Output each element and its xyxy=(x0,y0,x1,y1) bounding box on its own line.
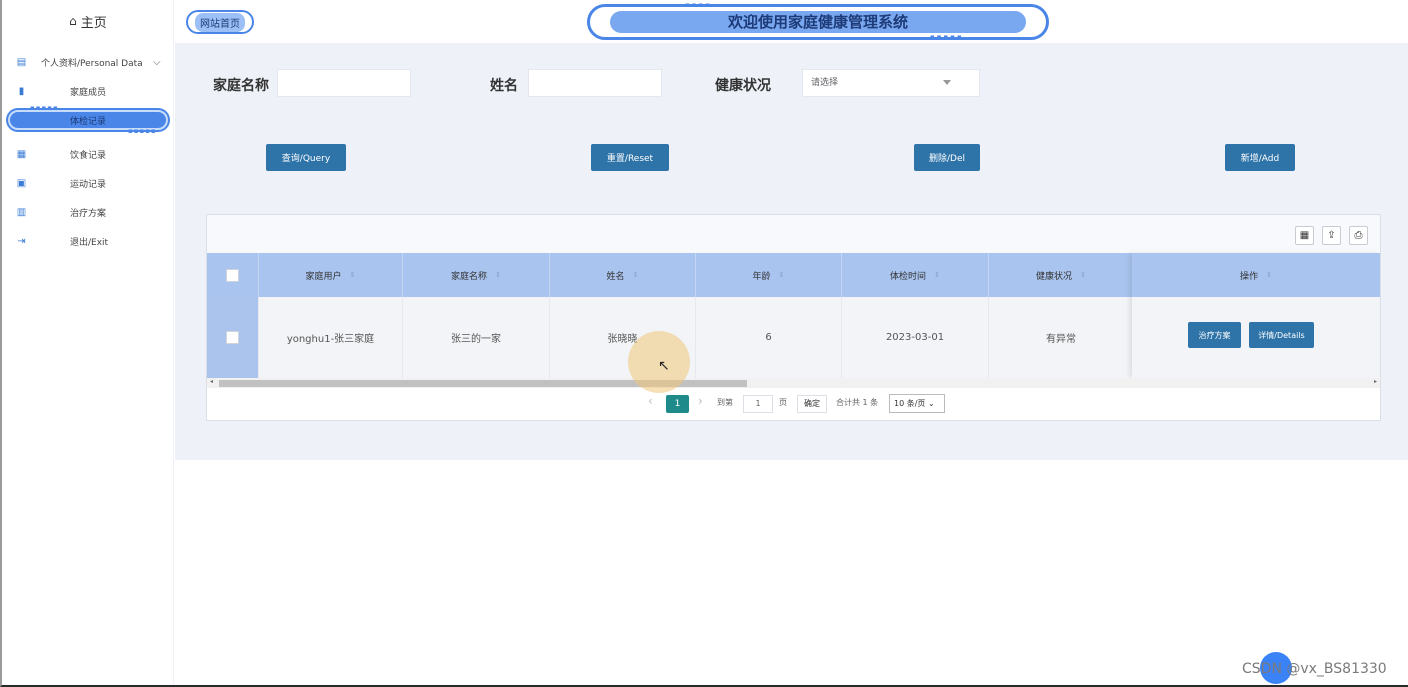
page-number-current[interactable]: 1 xyxy=(666,395,689,413)
page-size-select[interactable]: 10 条/页 ⌄ xyxy=(889,394,945,413)
operations-cell: 治疗方案 详情/Details xyxy=(1132,297,1380,378)
sort-icon: ⇕ xyxy=(1080,271,1086,279)
sidebar-group-label: 个人资料/Personal Data xyxy=(41,58,143,69)
sort-icon: ⇕ xyxy=(349,271,356,279)
sidebar-item-exercise-records[interactable]: ▣ 运动记录 xyxy=(2,169,174,197)
cell-family-name: 张三的一家 xyxy=(403,297,550,378)
column-header[interactable]: 操作 ⇕ xyxy=(1132,253,1380,297)
decor-dots: ▪▪▪▪ xyxy=(685,1,712,9)
sidebar-item-label: 体检记录 xyxy=(70,117,107,127)
cell-family-user: yonghu1-张三家庭 xyxy=(259,297,403,378)
sidebar-item-family-members[interactable]: ▮ 家庭成员 xyxy=(2,77,174,105)
column-header[interactable]: 体检时间 ⇕ xyxy=(842,253,989,297)
sidebar-item-exam-records[interactable]: ▪▪▪▪▪ 体检记录 ▪▪▪▪▪ xyxy=(8,104,168,135)
row-checkbox-cell xyxy=(207,297,259,378)
next-page-icon[interactable]: › xyxy=(698,394,703,408)
pagination: ‹ 1 › 到第 1 页 确定 合计共 1 条 10 条/页 ⌄ xyxy=(207,388,1380,420)
calendar-check-icon: ▣ xyxy=(16,177,27,189)
delete-button[interactable]: 删除/Del xyxy=(914,144,980,171)
table-toolbar: ▦ ⇪ ⎙ xyxy=(207,215,1380,253)
main-content: 家庭名称 姓名 健康状况 请选择 查询/Query 重置/Reset 删除/De… xyxy=(175,43,1408,460)
prev-page-icon[interactable]: ‹ xyxy=(648,394,653,408)
add-button[interactable]: 新增/Add xyxy=(1225,144,1295,171)
health-status-select[interactable]: 请选择 xyxy=(802,69,980,97)
logout-icon: ⇥ xyxy=(17,235,26,247)
cell-age: 6 xyxy=(696,297,842,378)
sidebar-item-treatment-plans[interactable]: ▥ 治疗方案 xyxy=(2,198,174,226)
operations-column: 操作 ⇕ 治疗方案 详情/Details xyxy=(1132,253,1380,378)
site-home-link[interactable]: 网站首页 xyxy=(186,10,254,34)
family-name-label: 家庭名称 xyxy=(213,78,269,94)
chevron-down-icon: ⌵ xyxy=(153,56,161,68)
total-count: 合计共 1 条 xyxy=(836,398,879,407)
column-header[interactable]: 姓名 ⇕ xyxy=(550,253,696,297)
goto-label: 到第 xyxy=(717,398,733,407)
sort-icon: ⇕ xyxy=(632,271,639,279)
select-all-cell xyxy=(207,253,259,297)
reset-button[interactable]: 重置/Reset xyxy=(591,144,669,171)
name-label: 姓名 xyxy=(490,78,518,94)
page-title: 欢迎使用家庭健康管理系统 xyxy=(610,11,1026,33)
sort-icon: ⇕ xyxy=(1266,271,1272,279)
site-home-label: 网站首页 xyxy=(195,12,245,32)
mouse-cursor-icon: ↖ xyxy=(658,358,670,374)
row-checkbox[interactable] xyxy=(226,331,239,344)
sidebar: ⌂ 主页 ▤ 个人资料/Personal Data ⌵ ▮ 家庭成员 ▪▪▪▪▪… xyxy=(2,0,174,685)
bookmark-icon: ▮ xyxy=(18,85,25,97)
print-icon[interactable]: ⎙ xyxy=(1349,226,1368,245)
column-header[interactable]: 健康状况 ⇕ xyxy=(989,253,1134,297)
query-button[interactable]: 查询/Query xyxy=(266,144,346,171)
sort-icon: ⇕ xyxy=(934,271,940,279)
header: 网站首页 ▪▪▪▪ 欢迎使用家庭健康管理系统 ▪▪▪▪▪ xyxy=(175,0,1408,43)
treatment-plan-button[interactable]: 治疗方案 xyxy=(1188,322,1241,348)
table-panel: ▦ ⇪ ⎙ 家庭用户 ⇕ 家庭名称 ⇕ 姓名 ⇕ 年龄 ⇕ 体检时间 ⇕ 健康状况 ⇕ yo… xyxy=(206,214,1381,421)
details-button[interactable]: 详情/Details xyxy=(1249,322,1314,348)
watermark: CSDN @vx_BS81330 xyxy=(1242,661,1387,677)
sidebar-item-label: 家庭成员 xyxy=(70,87,107,98)
scroll-left-icon[interactable]: ◂ xyxy=(210,378,213,385)
column-header[interactable]: 家庭用户 ⇕ xyxy=(259,253,403,297)
caret-down-icon xyxy=(943,80,951,85)
sidebar-item-diet-records[interactable]: ▦ 饮食记录 xyxy=(2,140,174,168)
health-status-label: 健康状况 xyxy=(715,78,771,94)
goto-confirm-button[interactable]: 确定 xyxy=(797,395,827,413)
sidebar-home-label: 主页 xyxy=(80,15,107,31)
cell-exam-time: 2023-03-01 xyxy=(842,297,989,378)
page-suffix: 页 xyxy=(779,398,787,407)
sidebar-home[interactable]: ⌂ 主页 xyxy=(2,0,174,42)
column-header[interactable]: 家庭名称 ⇕ xyxy=(403,253,550,297)
sort-icon: ⇕ xyxy=(778,271,785,279)
sidebar-item-exit[interactable]: ⇥ 退出/Exit xyxy=(2,227,174,255)
sort-icon: ⇕ xyxy=(495,271,501,279)
sidebar-item-label: 治疗方案 xyxy=(70,208,107,219)
export-icon[interactable]: ⇪ xyxy=(1322,226,1341,245)
select-placeholder: 请选择 xyxy=(811,78,839,88)
chevron-down-icon: ⌄ xyxy=(927,399,935,408)
columns-icon[interactable]: ▦ xyxy=(1295,226,1314,245)
family-name-input[interactable] xyxy=(277,69,411,97)
decor-dots: ▪▪▪▪▪ xyxy=(930,33,964,41)
goto-page-input[interactable]: 1 xyxy=(743,395,773,413)
horizontal-scrollbar[interactable]: ◂ ▸ xyxy=(207,378,1380,388)
column-header[interactable]: 年龄 ⇕ xyxy=(696,253,842,297)
select-all-checkbox[interactable] xyxy=(226,268,239,282)
name-input[interactable] xyxy=(528,69,662,97)
decor-dots: ▪▪▪▪▪ xyxy=(128,127,157,135)
scroll-right-icon[interactable]: ▸ xyxy=(1374,378,1377,385)
sidebar-item-label: 退出/Exit xyxy=(70,237,109,248)
sidebar-group-personal-data[interactable]: ▤ 个人资料/Personal Data ⌵ xyxy=(2,48,174,76)
sidebar-item-label: 运动记录 xyxy=(70,179,107,190)
home-icon: ⌂ xyxy=(69,14,77,28)
book-icon: ▥ xyxy=(16,206,27,218)
cell-health-status: 有异常 xyxy=(989,297,1134,378)
calendar-icon: ▦ xyxy=(16,148,27,160)
title-banner: ▪▪▪▪ 欢迎使用家庭健康管理系统 ▪▪▪▪▪ xyxy=(587,1,1049,41)
document-icon: ▤ xyxy=(16,56,27,68)
sidebar-item-label: 饮食记录 xyxy=(70,150,107,161)
